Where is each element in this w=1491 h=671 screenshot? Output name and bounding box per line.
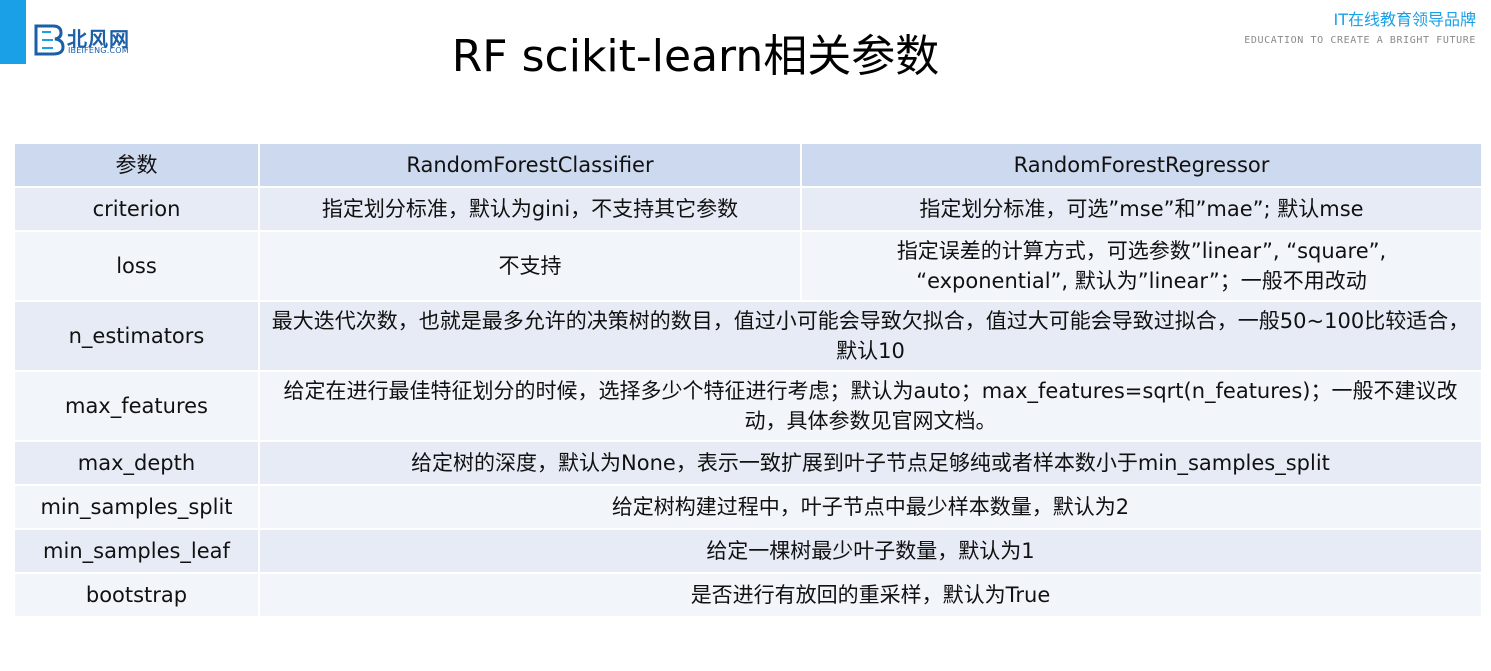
regressor-desc: 指定误差的计算方式，可选参数”linear”, “square”, “expon… xyxy=(800,230,1483,302)
table-row: loss 不支持 指定误差的计算方式，可选参数”linear”, “square… xyxy=(13,230,1483,302)
regressor-desc: 指定划分标准，可选”mse”和”mae”; 默认mse xyxy=(800,186,1483,232)
parameter-table: 参数 RandomForestClassifier RandomForestRe… xyxy=(13,142,1483,618)
classifier-desc: 指定划分标准，默认为gini，不支持其它参数 xyxy=(258,186,802,232)
table-row: bootstrap 是否进行有放回的重采样，默认为True xyxy=(13,572,1483,618)
column-header-regressor: RandomForestRegressor xyxy=(800,142,1483,188)
table-row: min_samples_leaf 给定一棵树最少叶子数量，默认为1 xyxy=(13,528,1483,574)
shared-desc: 给定一棵树最少叶子数量，默认为1 xyxy=(258,528,1483,574)
param-name: min_samples_leaf xyxy=(13,528,260,574)
param-name: criterion xyxy=(13,186,260,232)
column-header-param: 参数 xyxy=(13,142,260,188)
shared-desc: 最大迭代次数，也就是最多允许的决策树的数目，值过小可能会导致欠拟合，值过大可能会… xyxy=(258,300,1483,372)
shared-desc: 给定在进行最佳特征划分的时候，选择多少个特征进行考虑；默认为auto；max_f… xyxy=(258,370,1483,442)
shared-desc: 给定树构建过程中，叶子节点中最少样本数量，默认为2 xyxy=(258,484,1483,530)
param-name: min_samples_split xyxy=(13,484,260,530)
column-header-classifier: RandomForestClassifier xyxy=(258,142,802,188)
param-name: bootstrap xyxy=(13,572,260,618)
param-name: n_estimators xyxy=(13,300,260,372)
table-row: max_depth 给定树的深度，默认为None，表示一致扩展到叶子节点足够纯或… xyxy=(13,440,1483,486)
brand-slogan: IT在线教育领导品牌 xyxy=(1333,10,1477,29)
param-name: loss xyxy=(13,230,260,302)
shared-desc: 给定树的深度，默认为None，表示一致扩展到叶子节点足够纯或者样本数小于min_… xyxy=(258,440,1483,486)
classifier-desc: 不支持 xyxy=(258,230,802,302)
table-header-row: 参数 RandomForestClassifier RandomForestRe… xyxy=(13,142,1483,188)
brand-tagline: EDUCATION TO CREATE A BRIGHT FUTURE xyxy=(1244,35,1476,46)
shared-desc: 是否进行有放回的重采样，默认为True xyxy=(258,572,1483,618)
page-title: RF scikit-learn相关参数 xyxy=(451,31,940,82)
table-row: criterion 指定划分标准，默认为gini，不支持其它参数 指定划分标准，… xyxy=(13,186,1483,232)
param-name: max_depth xyxy=(13,440,260,486)
param-name: max_features xyxy=(13,370,260,442)
table-row: min_samples_split 给定树构建过程中，叶子节点中最少样本数量，默… xyxy=(13,484,1483,530)
table-row: max_features 给定在进行最佳特征划分的时候，选择多少个特征进行考虑；… xyxy=(13,370,1483,442)
table-row: n_estimators 最大迭代次数，也就是最多允许的决策树的数目，值过小可能… xyxy=(13,300,1483,372)
